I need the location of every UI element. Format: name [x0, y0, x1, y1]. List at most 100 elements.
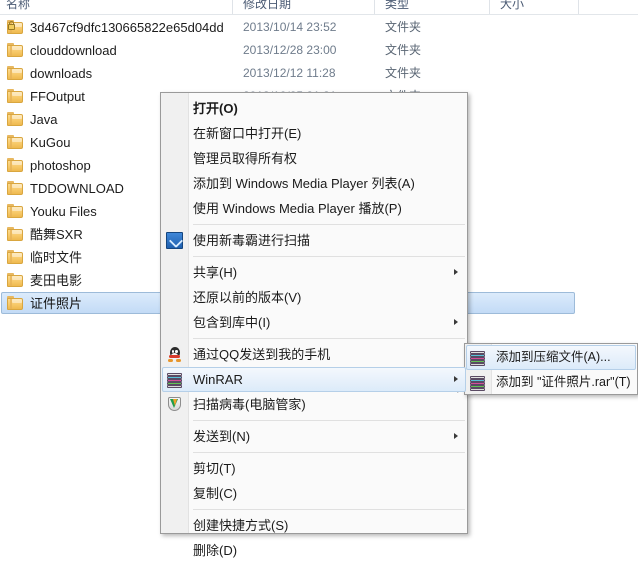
- pc-manager-shield-icon: [166, 396, 183, 413]
- column-header-2[interactable]: 类型: [385, 0, 409, 12]
- file-type: 文件夹: [385, 20, 422, 34]
- file-name: 临时文件: [30, 250, 83, 265]
- menu-item[interactable]: 共享(H): [161, 260, 467, 285]
- explorer-window: 名称 修改日期 类型 大小 3d467cf9dfc130665822e65d04dd 2…: [0, 0, 638, 558]
- menu-item[interactable]: 在新窗口中打开(E): [161, 121, 467, 146]
- menu-separator: [161, 221, 467, 228]
- menu-item-label: 通过QQ发送到我的手机: [193, 347, 331, 362]
- winrar-icon: [469, 374, 486, 391]
- folder-icon: [7, 66, 24, 81]
- submenu-arrow-icon: [454, 319, 458, 325]
- file-name: Java: [30, 112, 58, 127]
- menu-separator: [161, 253, 467, 260]
- file-date-modified: 2013/12/12 11:28: [243, 66, 336, 80]
- file-name: 麦田电影: [30, 273, 83, 288]
- folder-icon: [7, 273, 24, 288]
- column-header-0[interactable]: 名称: [6, 0, 30, 12]
- menu-item[interactable]: 扫描病毒(电脑管家): [161, 392, 467, 417]
- menu-item[interactable]: 删除(D): [161, 538, 467, 563]
- column-separator-3[interactable]: [489, 0, 490, 14]
- column-separator-2[interactable]: [374, 0, 375, 14]
- folder-icon: [7, 112, 24, 127]
- winrar-icon: [166, 371, 183, 388]
- menu-item-label: 使用 Windows Media Player 播放(P): [193, 201, 402, 216]
- folder-icon: [7, 181, 24, 196]
- submenu-arrow-icon: [454, 376, 458, 382]
- menu-item-label: 打开(O): [193, 101, 238, 116]
- menu-item-label: 复制(C): [193, 486, 238, 501]
- submenu-item-label: 添加到压缩文件(A)...: [496, 350, 611, 364]
- context-menu[interactable]: 打开(O) 在新窗口中打开(E) 管理员取得所有权添加到 Windows Media…: [160, 92, 468, 558]
- submenu-item-label: 添加到 "证件照片.rar"(T): [496, 375, 631, 389]
- file-date-modified: 2013/12/28 23:00: [243, 43, 337, 57]
- winrar-submenu[interactable]: 添加到压缩文件(A)... 添加到 "证件照片.rar"(T): [464, 343, 638, 395]
- folder-icon: [7, 204, 24, 219]
- table-row[interactable]: downloads 2013/12/12 11:28 文件夹: [0, 62, 638, 85]
- file-name: 3d467cf9dfc130665822e65d04dd: [30, 20, 224, 35]
- menu-item-label: 共享(H): [193, 265, 238, 280]
- column-separator-1[interactable]: [232, 0, 233, 14]
- file-date-modified: 2013/10/14 23:52: [243, 20, 337, 34]
- file-type: 文件夹: [385, 66, 422, 80]
- folder-locked-icon: [7, 20, 24, 35]
- menu-item[interactable]: 复制(C): [161, 481, 467, 506]
- menu-item-label: 在新窗口中打开(E): [193, 126, 302, 141]
- submenu-item[interactable]: 添加到压缩文件(A)...: [465, 345, 637, 370]
- header-divider: [0, 14, 638, 15]
- submenu-arrow-icon: [454, 269, 458, 275]
- table-row[interactable]: clouddownload 2013/12/28 23:00 文件夹: [0, 39, 638, 62]
- menu-item[interactable]: 还原以前的版本(V): [161, 285, 467, 310]
- menu-item[interactable]: 包含到库中(I): [161, 310, 467, 335]
- menu-item-label: 管理员取得所有权: [193, 151, 298, 166]
- file-name: downloads: [30, 66, 93, 81]
- file-name: photoshop: [30, 158, 91, 173]
- folder-icon: [7, 296, 24, 311]
- menu-item-label: 使用新毒霸进行扫描: [193, 233, 311, 248]
- file-name: clouddownload: [30, 43, 117, 58]
- qq-penguin-icon: [166, 346, 183, 363]
- menu-item[interactable]: WinRAR: [161, 367, 467, 392]
- file-name: FFOutput: [30, 89, 85, 104]
- folder-icon: [7, 158, 24, 173]
- column-header-3[interactable]: 大小: [500, 0, 524, 12]
- menu-item[interactable]: 剪切(T): [161, 456, 467, 481]
- menu-item-label: 包含到库中(I): [193, 315, 271, 330]
- menu-item-label: 扫描病毒(电脑管家): [193, 397, 306, 412]
- menu-item[interactable]: 使用 Windows Media Player 播放(P): [161, 196, 467, 221]
- menu-item-label: 剪切(T): [193, 461, 236, 476]
- folder-icon: [7, 250, 24, 265]
- menu-item[interactable]: 通过QQ发送到我的手机: [161, 342, 467, 367]
- submenu-arrow-icon: [454, 433, 458, 439]
- menu-item-label: 添加到 Windows Media Player 列表(A): [193, 176, 415, 191]
- menu-item-label: WinRAR: [193, 372, 243, 387]
- duba-antivirus-icon: [166, 232, 183, 249]
- folder-icon: [7, 227, 24, 242]
- file-name: Youku Files: [30, 204, 97, 219]
- folder-icon: [7, 135, 24, 150]
- menu-item[interactable]: 使用新毒霸进行扫描: [161, 228, 467, 253]
- column-header-row: 名称 修改日期 类型 大小: [0, 0, 638, 14]
- menu-separator: [161, 506, 467, 513]
- menu-item[interactable]: 打开(O): [161, 96, 467, 121]
- folder-icon: [7, 89, 24, 104]
- menu-item-label: 创建快捷方式(S): [193, 518, 289, 533]
- table-row[interactable]: 3d467cf9dfc130665822e65d04dd 2013/10/14 2…: [0, 16, 638, 39]
- menu-item-label: 发送到(N): [193, 429, 251, 444]
- file-name: KuGou: [30, 135, 71, 150]
- menu-item[interactable]: 管理员取得所有权: [161, 146, 467, 171]
- column-separator-end[interactable]: [578, 0, 579, 14]
- menu-item[interactable]: 创建快捷方式(S): [161, 513, 467, 538]
- file-type: 文件夹: [385, 43, 422, 57]
- menu-item-label: 删除(D): [193, 543, 238, 558]
- menu-item[interactable]: 发送到(N): [161, 424, 467, 449]
- winrar-icon: [469, 349, 486, 366]
- menu-separator: [161, 449, 467, 456]
- submenu-item[interactable]: 添加到 "证件照片.rar"(T): [465, 370, 637, 395]
- menu-separator: [161, 335, 467, 342]
- menu-item-label: 还原以前的版本(V): [193, 290, 302, 305]
- column-header-1[interactable]: 修改日期: [243, 0, 291, 12]
- menu-item[interactable]: 添加到 Windows Media Player 列表(A): [161, 171, 467, 196]
- file-name: TDDOWNLOAD: [30, 181, 124, 196]
- file-name: 证件照片: [30, 296, 83, 311]
- menu-separator: [161, 417, 467, 424]
